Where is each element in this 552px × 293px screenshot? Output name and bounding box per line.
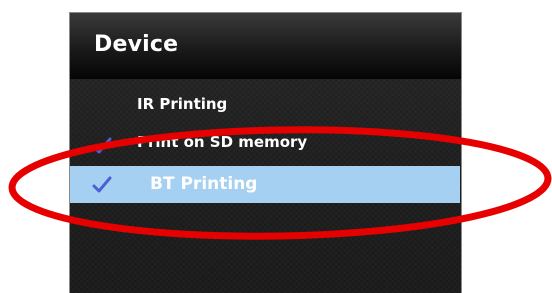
menu-item-ir-printing[interactable]: IR Printing	[70, 95, 461, 131]
device-screen: Device IR Printing Print on SD memory BT…	[69, 12, 462, 293]
screen-title: Device	[94, 32, 179, 57]
checkmark-icon	[91, 174, 113, 196]
title-bar: Device	[70, 13, 461, 79]
menu-item-print-on-sd-memory[interactable]: Print on SD memory	[70, 127, 461, 163]
menu-item-bt-printing[interactable]: BT Printing	[70, 166, 460, 203]
checkmark-icon	[91, 135, 113, 157]
menu-item-label: IR Printing	[137, 95, 228, 113]
menu-item-label: Print on SD memory	[137, 133, 308, 151]
menu-item-label: BT Printing	[150, 174, 258, 194]
